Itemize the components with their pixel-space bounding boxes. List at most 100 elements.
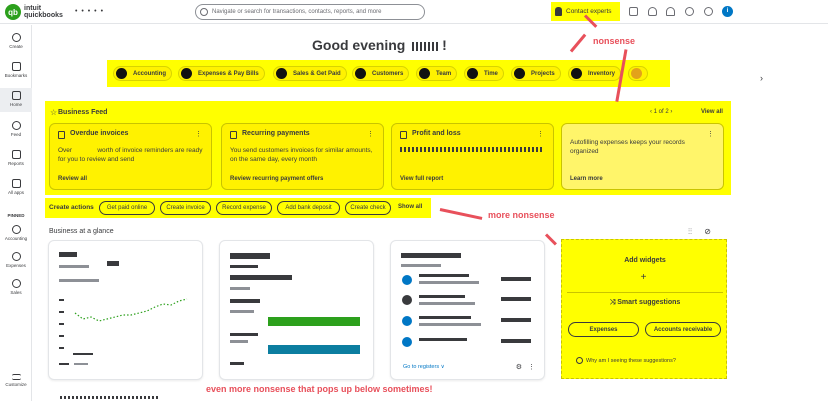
sidebar-item-create[interactable]: Create — [0, 33, 32, 49]
actions-show-all-link[interactable]: Show all — [398, 204, 422, 210]
feed-pager-text: 1 of 2 — [653, 109, 669, 115]
sidebar-item-label: Reports — [8, 161, 24, 166]
category-time[interactable]: Time — [464, 66, 504, 81]
category-more[interactable] — [628, 66, 648, 81]
more-options-icon[interactable]: ⋮ — [195, 130, 202, 138]
legend-swatch — [59, 363, 69, 365]
card-link[interactable]: Learn more — [570, 176, 603, 182]
gift-icon[interactable] — [648, 7, 657, 16]
sidebar-item-feed[interactable]: Feed — [0, 121, 32, 137]
sales-line-chart — [59, 252, 188, 365]
help-icon[interactable] — [704, 7, 713, 16]
more-options-icon[interactable]: ⋮ — [537, 130, 544, 138]
category-label: Customers — [372, 70, 404, 77]
search-placeholder: Navigate or search for transactions, con… — [212, 9, 382, 15]
more-options-icon[interactable]: ⋮ — [528, 363, 535, 371]
category-label: Projects — [531, 70, 555, 77]
smart-suggestions-label: Smart suggestions — [617, 299, 681, 306]
sidebar-item-label: Create — [9, 44, 23, 49]
feed-view-all-link[interactable]: View all — [701, 109, 723, 115]
card-link[interactable]: Review recurring payment offers — [230, 176, 323, 182]
home-icon — [11, 91, 21, 100]
feed-card-overdue-invoices[interactable]: Overdue invoices ⋮ Over worth of invoice… — [49, 123, 212, 190]
category-expenses[interactable]: Expenses & Pay Bills — [178, 66, 265, 81]
feed-pager[interactable]: ‹ 1 of 2 › — [650, 109, 672, 115]
action-add-bank-deposit[interactable]: Add bank deposit — [277, 201, 340, 215]
company-name[interactable]: • • • • • — [75, 8, 104, 15]
sidebar-item-expenses[interactable]: Expenses — [0, 252, 32, 268]
feed-card-autofill-expenses[interactable]: ⋮ Autofilling expenses keeps your record… — [561, 123, 724, 190]
category-sales[interactable]: Sales & Get Paid — [273, 66, 347, 81]
accounting-icon — [11, 225, 21, 234]
redacted-text — [419, 316, 471, 319]
card-body: Over worth of invoice reminders are read… — [58, 147, 203, 163]
projects-icon — [514, 68, 525, 79]
widget-chart-card[interactable] — [48, 240, 203, 380]
category-accounting[interactable]: Accounting — [113, 66, 172, 81]
annotation-arrow — [544, 233, 557, 246]
annotation-nonsense: nonsense — [593, 36, 636, 46]
action-get-paid-online[interactable]: Get paid online — [99, 201, 155, 215]
suggestion-accounts-receivable[interactable]: Accounts receivable — [645, 322, 721, 337]
sidebar-item-home[interactable]: Home — [0, 88, 32, 112]
sidebar-item-accounting[interactable]: Accounting — [0, 225, 32, 241]
redacted-text — [501, 318, 531, 322]
annotation-more-nonsense: more nonsense — [488, 210, 555, 220]
card-body: Autofilling expenses keeps your records … — [570, 139, 685, 155]
gear-icon[interactable]: ⚙ — [516, 363, 522, 371]
bell-icon[interactable] — [666, 7, 675, 16]
legend-label — [74, 363, 88, 365]
action-create-check[interactable]: Create check — [345, 201, 391, 215]
widget-registers-card[interactable]: Go to registers ∨ ⚙ ⋮ — [390, 240, 545, 380]
redacted-text — [501, 277, 531, 281]
redacted-text — [401, 253, 461, 258]
bottom-peek-redacted — [60, 395, 160, 401]
question-icon — [576, 357, 583, 364]
category-customers[interactable]: Customers — [352, 66, 410, 81]
category-inventory[interactable]: Inventory — [568, 66, 622, 81]
why-suggestions-link[interactable]: Why am I seeing these suggestions? — [586, 358, 676, 364]
sidebar-item-sales[interactable]: Sales — [0, 279, 32, 295]
money-out-bar — [268, 345, 360, 354]
registers-list — [401, 253, 531, 347]
sidebar-item-bookmarks[interactable]: Bookmarks — [0, 62, 32, 78]
action-create-invoice[interactable]: Create invoice — [160, 201, 211, 215]
axis-label — [73, 353, 93, 355]
sidebar-item-customize[interactable]: Customize — [0, 374, 32, 387]
hide-icon[interactable]: ⊘ — [704, 227, 711, 236]
redacted-text — [230, 275, 292, 280]
report-icon — [400, 131, 407, 139]
go-to-registers-link[interactable]: Go to registers ∨ — [403, 364, 445, 370]
sidebar: Create Bookmarks Home Feed Reports All a… — [0, 25, 32, 401]
add-widget-plus-icon[interactable]: + — [636, 271, 651, 286]
redacted-text — [401, 264, 441, 267]
search-input[interactable]: Navigate or search for transactions, con… — [195, 4, 425, 20]
action-record-expense[interactable]: Record expense — [216, 201, 272, 215]
card-link[interactable]: View full report — [400, 176, 443, 182]
suggestion-expenses[interactable]: Expenses — [568, 322, 639, 337]
more-options-icon[interactable]: ⋮ — [367, 130, 374, 138]
sliders-icon[interactable]: ⫶⫶ — [688, 227, 692, 236]
more-options-icon[interactable]: ⋮ — [707, 130, 714, 138]
category-team[interactable]: Team — [416, 66, 458, 81]
widget-bank-accounts-card[interactable] — [219, 240, 374, 380]
chevron-right-icon[interactable]: › — [760, 73, 763, 83]
glance-toolbar: ⫶⫶ ⊘ — [688, 227, 711, 237]
category-projects[interactable]: Projects — [511, 66, 561, 81]
profile-info-icon[interactable]: i — [722, 6, 733, 17]
quickbooks-logo[interactable]: qb intuit quickbooks — [5, 4, 63, 20]
feed-card-profit-and-loss[interactable]: Profit and loss ⋮ View full report — [391, 123, 554, 190]
gear-icon[interactable] — [685, 7, 694, 16]
category-label: Sales & Get Paid — [293, 70, 341, 77]
greeting-text: Good evening — [312, 37, 406, 53]
sidebar-item-reports[interactable]: Reports — [0, 150, 32, 166]
redacted-text — [230, 265, 258, 268]
feed-card-recurring-payments[interactable]: Recurring payments ⋮ You send customers … — [221, 123, 384, 190]
card-link[interactable]: Review all — [58, 176, 87, 182]
redacted-text — [419, 281, 479, 284]
sidebar-item-all-apps[interactable]: All apps — [0, 179, 32, 195]
clipboard-icon[interactable] — [629, 7, 638, 16]
business-at-a-glance-title: Business at a glance — [49, 228, 114, 235]
divider — [567, 292, 723, 293]
card-title: Profit and loss — [412, 130, 461, 137]
